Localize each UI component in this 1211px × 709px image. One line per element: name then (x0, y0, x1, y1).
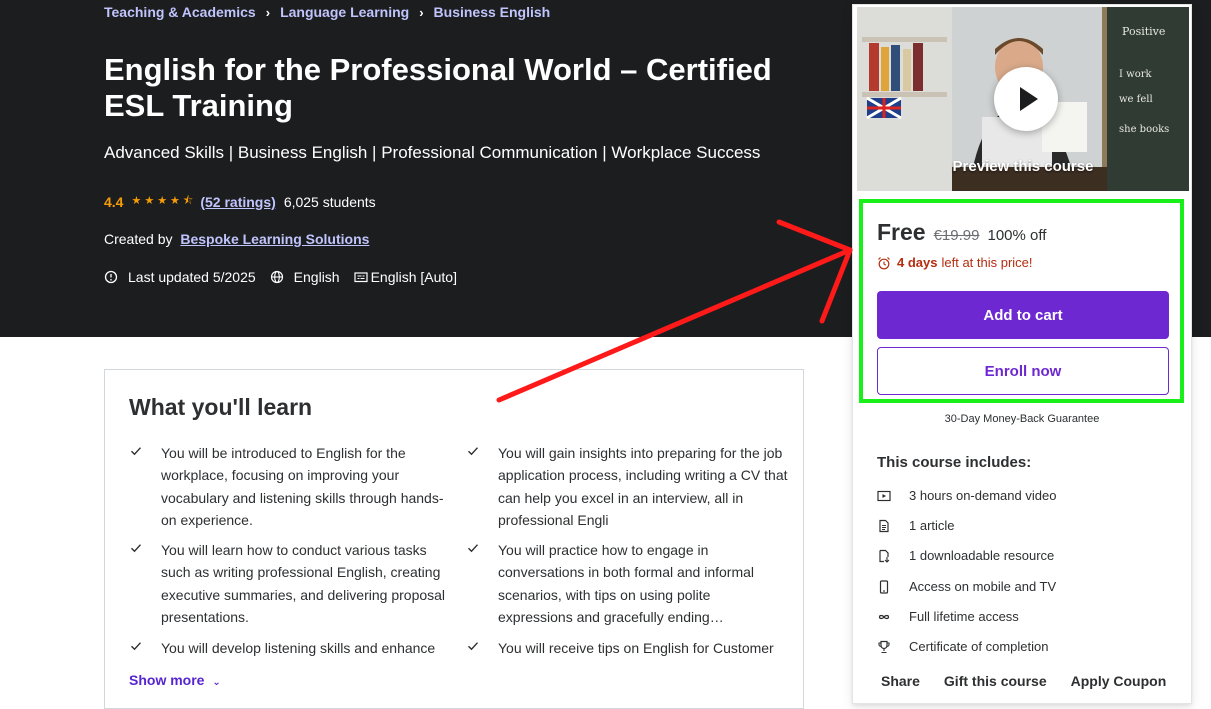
money-back-guarantee: 30-Day Money-Back Guarantee (944, 413, 1100, 425)
include-item: 1 downloadable resource (877, 548, 1054, 563)
meta-row: Last updated 5/2025 English English [Aut… (104, 269, 457, 285)
chevron-down-icon: ⌄ (212, 677, 221, 688)
trophy-icon (878, 640, 890, 653)
show-more-button[interactable]: Show more ⌄ (129, 672, 221, 688)
svg-text:we fell: we fell (1119, 94, 1153, 105)
article-icon (879, 519, 889, 532)
include-item: Certificate of completion (877, 639, 1048, 654)
rating-row: 4.4 ★★★★⯪ (52 ratings) 6,025 students (104, 192, 376, 211)
ratings-count-link[interactable]: (52 ratings) (200, 194, 275, 210)
preview-label[interactable]: Preview this course (857, 158, 1189, 175)
alert-clock-icon (104, 270, 118, 284)
check-icon (468, 642, 479, 651)
students-count: 6,025 students (283, 193, 376, 210)
download-icon (879, 549, 890, 563)
include-item: 3 hours on-demand video (877, 488, 1056, 503)
course-preview[interactable]: Positive I work we fell she books Previe… (857, 7, 1189, 191)
chevron-right-icon: › (265, 4, 271, 20)
svg-text:Positive: Positive (1122, 25, 1165, 38)
rating-value: 4.4 (104, 193, 124, 210)
include-item: 1 article (877, 518, 955, 533)
video-icon (877, 490, 891, 501)
captions-icon (353, 272, 368, 283)
learn-item: You will gain insights into preparing fo… (468, 442, 788, 532)
check-icon (131, 447, 142, 456)
apply-coupon-button[interactable]: Apply Coupon (1071, 673, 1167, 689)
star-rating-icon: ★★★★⯪ (131, 195, 197, 207)
creator-row: Created by Bespoke Learning Solutions (104, 231, 369, 247)
check-icon (131, 544, 142, 553)
share-button[interactable]: Share (881, 673, 920, 689)
chevron-right-icon: › (419, 4, 424, 20)
course-language: English (293, 269, 340, 285)
breadcrumb-item[interactable]: Teaching & Academics (104, 4, 256, 20)
svg-text:I work: I work (1119, 69, 1152, 80)
gift-course-button[interactable]: Gift this course (944, 673, 1047, 689)
course-subtitle: Advanced Skills | Business English | Pro… (104, 143, 761, 162)
breadcrumb: Teaching & Academics › Language Learning… (104, 4, 550, 20)
learn-item: You will learn how to conduct various ta… (131, 539, 451, 629)
course-captions: English [Auto] (370, 269, 457, 285)
creator-link[interactable]: Bespoke Learning Solutions (180, 231, 369, 247)
includes-title: This course includes: (877, 454, 1032, 471)
check-icon (468, 447, 479, 456)
learn-item: You will develop listening skills and en… (131, 637, 451, 659)
globe-icon (270, 270, 283, 284)
learn-item: You will be introduced to English for th… (131, 442, 451, 532)
infinity-icon (878, 614, 890, 619)
play-icon[interactable] (994, 67, 1058, 131)
breadcrumb-item[interactable]: Business English (434, 4, 551, 20)
course-title: English for the Professional World – Cer… (104, 52, 772, 123)
check-icon (131, 642, 142, 651)
what-youll-learn-section: What you'll learn You will be introduced… (104, 369, 804, 709)
learn-item: You will receive tips on English for Cus… (468, 637, 788, 659)
check-icon (468, 544, 479, 553)
sidebar-footer-links: Share Gift this course Apply Coupon (881, 673, 1190, 689)
last-updated: Last updated 5/2025 (128, 269, 256, 285)
include-item: Full lifetime access (877, 609, 1019, 624)
annotation-highlight-box (859, 199, 1184, 403)
section-title: What you'll learn (129, 394, 313, 420)
include-item: Access on mobile and TV (877, 579, 1056, 594)
learn-item: You will practice how to engage in conve… (468, 539, 788, 629)
created-by-label: Created by (104, 231, 173, 247)
mobile-icon (879, 579, 889, 594)
svg-text:she books: she books (1119, 124, 1169, 135)
purchase-sidebar: Positive I work we fell she books Previe… (852, 4, 1192, 704)
breadcrumb-item[interactable]: Language Learning (280, 4, 409, 20)
